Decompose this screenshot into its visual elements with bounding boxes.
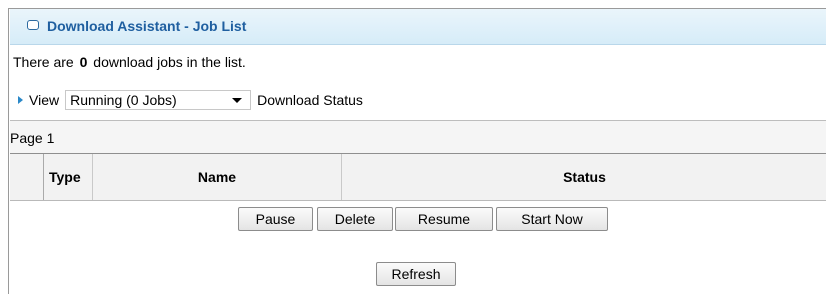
table-header-row: Type Name Status [10, 154, 826, 201]
view-filter-select[interactable]: Running (0 Jobs) [65, 90, 252, 110]
triangle-right-icon [18, 96, 23, 104]
view-filter-value: Running (0 Jobs) [70, 92, 177, 108]
column-header-name: Name [92, 154, 341, 200]
download-status-label: Download Status [257, 92, 363, 108]
column-header-status: Status [341, 154, 826, 200]
job-count-summary: There are 0 download jobs in the list. [13, 54, 246, 70]
panel-title: Download Assistant - Job List [47, 18, 247, 34]
pagination-bar: Page 1 [10, 120, 826, 155]
page-indicator: Page 1 [10, 130, 55, 146]
summary-suffix: download jobs in the list. [93, 54, 246, 70]
panel-title-bar: Download Assistant - Job List [10, 9, 826, 45]
job-list-panel: Download Assistant - Job List There are … [8, 8, 826, 294]
panel-bullet-icon [27, 20, 39, 30]
delete-button[interactable]: Delete [317, 207, 393, 231]
resume-button[interactable]: Resume [395, 207, 493, 231]
refresh-button[interactable]: Refresh [376, 262, 456, 286]
dropdown-caret-icon [232, 98, 243, 103]
pause-button[interactable]: Pause [238, 207, 313, 231]
job-count: 0 [79, 54, 88, 70]
start-now-button[interactable]: Start Now [496, 207, 608, 231]
column-header-type: Type [43, 154, 92, 200]
summary-prefix: There are [13, 54, 74, 70]
view-filter-row: View Running (0 Jobs) Download Status [13, 89, 363, 111]
view-label: View [29, 92, 60, 108]
